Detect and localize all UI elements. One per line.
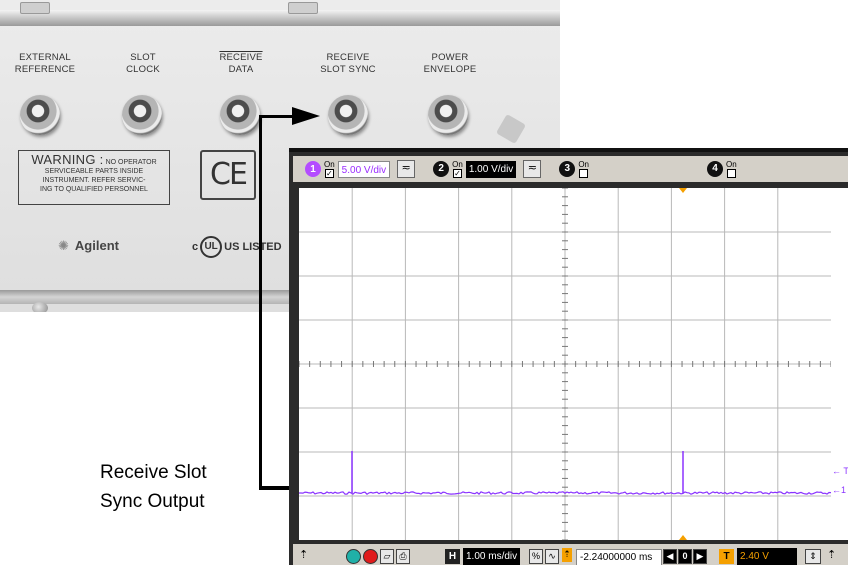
scroll-up-arrow-icon[interactable]: ⇡ (299, 548, 308, 565)
waveform-display[interactable] (298, 187, 832, 541)
callout-line-vertical (259, 115, 262, 489)
rail-tab (288, 2, 318, 14)
channel-4-badge[interactable]: 4 (706, 161, 723, 177)
channel-1-badge[interactable]: 1 (305, 161, 321, 177)
stop-button[interactable] (363, 549, 378, 564)
open-folder-icon[interactable]: ▱ (380, 549, 394, 564)
connector-label-power-envelope: POWER ENVELOPE (423, 52, 477, 75)
run-button[interactable] (346, 549, 361, 564)
horizontal-label: H (445, 549, 460, 564)
connector-label-external-reference: EXTERNAL REFERENCE (14, 52, 76, 75)
callout-label: Receive Slot Sync Output (100, 462, 207, 512)
zoom-percent-button[interactable]: % (529, 549, 543, 564)
trigger-level-spinner-icon[interactable]: ⇕ (805, 549, 821, 564)
channel-2-badge[interactable]: 2 (433, 161, 450, 177)
timebase-field[interactable]: 1.00 ms/div (463, 548, 521, 565)
trigger-level-field[interactable]: 2.40 V (737, 548, 797, 565)
checkbox-unchecked-icon (579, 168, 589, 178)
channel-3-badge[interactable]: 3 (559, 161, 576, 177)
bnc-connector-slot-clock (122, 95, 162, 135)
time-reference-marker-top-icon (679, 188, 687, 193)
print-icon[interactable]: ⎙ (396, 549, 410, 564)
hex-standoff (495, 113, 527, 145)
delay-field[interactable]: -2.24000000 ms (576, 549, 662, 565)
timebase-toolbar: ⇡ ▱ ⎙ H 1.00 ms/div % ∿ ⇡ -2.24000000 ms… (293, 544, 848, 565)
channel-2-scale-field[interactable]: 1.00 V/div (465, 160, 517, 178)
agilent-spark-icon: ✺ (58, 238, 69, 253)
ul-listed-mark: c UL US LISTED (192, 236, 282, 258)
oscilloscope-window: 1 On ✓ 5.00 V/div ≂ 2 On ✓ 1.00 V/div ≂ … (289, 148, 848, 565)
ce-mark-logo: CE (200, 150, 256, 200)
bnc-connector-power-envelope (428, 95, 468, 135)
warning-label: WARNING : NO OPERATOR SERVICEABLE PARTS … (18, 150, 170, 205)
bnc-connector-external-reference (20, 95, 60, 135)
channel-2-coupling-button[interactable]: ≂ (523, 160, 542, 178)
callout-arrow-head-icon (292, 107, 320, 125)
waveform-graticule (298, 187, 832, 541)
delay-zero-button[interactable]: 0 (678, 549, 692, 564)
channel-4-on-toggle[interactable]: On (726, 160, 737, 178)
channel-1-on-toggle[interactable]: On ✓ (324, 160, 335, 178)
trigger-level-marker: ← T (832, 466, 848, 476)
channel-toolbar: 1 On ✓ 5.00 V/div ≂ 2 On ✓ 1.00 V/div ≂ … (293, 156, 848, 182)
agilent-logo: ✺ Agilent (58, 238, 119, 253)
delay-right-arrow-icon[interactable]: ▶ (693, 549, 707, 564)
ul-circle-icon: UL (200, 236, 223, 258)
display-right-margin: ← T ←1 (831, 188, 848, 540)
scroll-up-arrow-icon[interactable]: ⇡ (827, 548, 836, 565)
delay-left-arrow-icon[interactable]: ◀ (663, 549, 677, 564)
trigger-label: T (719, 549, 734, 564)
channel-3-on-toggle[interactable]: On (578, 160, 589, 178)
connector-label-slot-clock: SLOT CLOCK (126, 52, 160, 75)
top-rail (0, 2, 560, 26)
bnc-connector-receive-data (220, 95, 260, 135)
waveform-mode-button[interactable]: ∿ (545, 549, 559, 564)
channel-1-coupling-button[interactable]: ≂ (397, 160, 416, 178)
connector-label-receive-data: RECEIVE DATA (219, 52, 263, 75)
checkbox-unchecked-icon (726, 168, 736, 178)
channel-1-ground-marker: ←1 (832, 485, 847, 495)
checkbox-checked-icon: ✓ (324, 168, 334, 178)
rail-tab (20, 2, 50, 14)
channel-2-on-toggle[interactable]: On ✓ (452, 160, 463, 178)
bnc-connector-receive-slot-sync (328, 95, 368, 135)
channel-1-scale-field[interactable]: 5.00 V/div (337, 160, 391, 178)
delay-reference-icon: ⇡ (562, 548, 572, 562)
panel-screw (32, 302, 48, 312)
time-reference-marker-bottom-icon (679, 535, 687, 540)
checkbox-checked-icon: ✓ (452, 168, 462, 178)
connector-label-receive-slot-sync: RECEIVE SLOT SYNC (320, 52, 376, 75)
